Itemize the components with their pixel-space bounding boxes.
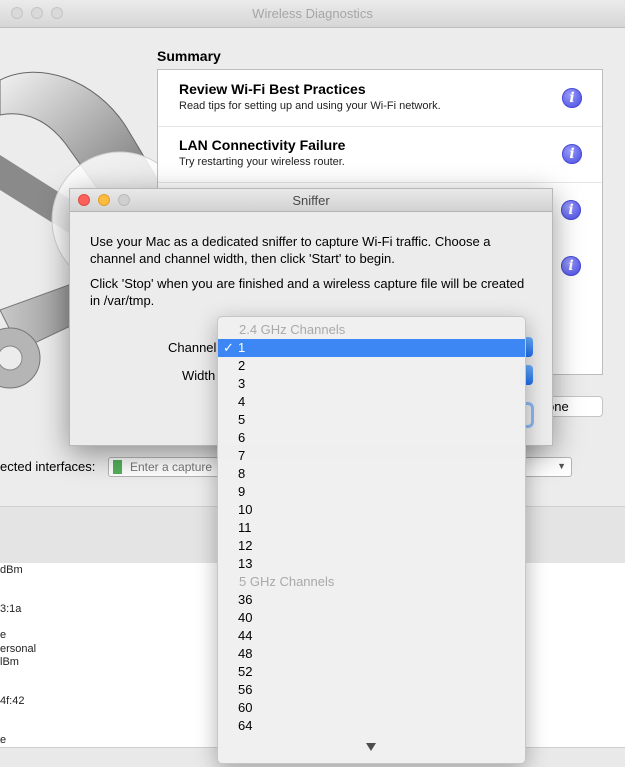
info-fragment: lBm xyxy=(0,656,19,668)
channel-menu-item-9[interactable]: 9 xyxy=(218,483,525,501)
summary-item-title: LAN Connectivity Failure xyxy=(179,137,346,153)
channel-menu-item-52[interactable]: 52 xyxy=(218,663,525,681)
menu-section-header-5ghz: 5 GHz Channels xyxy=(239,574,335,589)
channel-menu-item-label: 56 xyxy=(238,682,253,697)
channel-menu-item-label: 10 xyxy=(238,502,253,517)
channel-menu-item-label: 9 xyxy=(238,484,246,499)
sniffer-instructions: Use your Mac as a dedicated sniffer to c… xyxy=(90,234,491,266)
channel-menu-item-label: 52 xyxy=(238,664,253,679)
info-fragment: 4f:42 xyxy=(0,695,25,707)
channel-menu-item-label: 12 xyxy=(238,538,253,553)
info-fragment: dBm xyxy=(0,564,23,576)
channel-menu-item-label: 64 xyxy=(238,718,253,733)
channel-menu-item-6[interactable]: 6 xyxy=(218,429,525,447)
channel-menu-item-label: 7 xyxy=(238,448,246,463)
summary-item-description: Read tips for setting up and using your … xyxy=(179,100,441,112)
interfaces-label: ected interfaces: xyxy=(0,459,96,474)
channel-menu-item-12[interactable]: 12 xyxy=(218,537,525,555)
diagnostics-titlebar: Wireless Diagnostics xyxy=(0,0,625,28)
channel-menu-item-36[interactable]: 36 xyxy=(218,591,525,609)
summary-item-title: Review Wi-Fi Best Practices xyxy=(179,81,366,97)
channel-menu-item-60[interactable]: 60 xyxy=(218,699,525,717)
info-fragment: 3:1a xyxy=(0,603,22,615)
channel-menu-item-7[interactable]: 7 xyxy=(218,447,525,465)
channel-menu-item-48[interactable]: 48 xyxy=(218,645,525,663)
channel-menu-item-label: 11 xyxy=(238,520,252,535)
info-icon[interactable]: i xyxy=(562,88,582,108)
channel-menu-item-label: 40 xyxy=(238,610,253,625)
info-icon[interactable]: i xyxy=(562,144,582,164)
channel-menu-item-1[interactable]: ✓ 1 xyxy=(218,339,525,357)
channel-menu-item-4[interactable]: 4 xyxy=(218,393,525,411)
channel-menu-item-11[interactable]: 11 xyxy=(218,519,525,537)
channel-menu-item-label: 13 xyxy=(238,556,253,571)
bookmark-icon xyxy=(113,460,122,474)
summary-item-lan-failure[interactable]: LAN Connectivity Failure Try restarting … xyxy=(158,126,602,183)
summary-item-best-practices[interactable]: Review Wi-Fi Best Practices Read tips fo… xyxy=(158,70,602,127)
channel-menu-item-label: 1 xyxy=(238,340,246,355)
capture-input[interactable]: Enter a capture xyxy=(130,460,212,474)
menu-section-header-24ghz: 2.4 GHz Channels xyxy=(239,322,346,337)
channel-menu[interactable]: 2.4 GHz Channels ✓ 1 2 3 4 5 6 7 8 9 10 11 12 13 5 GH… xyxy=(217,316,526,764)
channel-menu-item-10[interactable]: 10 xyxy=(218,501,525,519)
window-title: Wireless Diagnostics xyxy=(252,6,373,21)
summary-heading: Summary xyxy=(157,48,221,64)
channel-menu-item-label: 60 xyxy=(238,700,253,715)
channel-menu-item-label: 48 xyxy=(238,646,253,661)
channel-menu-item-label: 36 xyxy=(238,592,253,607)
sniffer-titlebar: Sniffer xyxy=(70,189,552,212)
channel-menu-item-40[interactable]: 40 xyxy=(218,609,525,627)
channel-menu-item-label: 6 xyxy=(238,430,246,445)
channel-menu-item-label: 5 xyxy=(238,412,246,427)
scroll-down-arrow-icon[interactable] xyxy=(366,743,376,751)
info-fragment: e xyxy=(0,734,7,746)
channel-menu-item-label: 3 xyxy=(238,376,246,391)
channel-menu-item-3[interactable]: 3 xyxy=(218,375,525,393)
info-icon[interactable]: i xyxy=(561,256,581,276)
channel-menu-item-56[interactable]: 56 xyxy=(218,681,525,699)
channel-menu-item-label: 2 xyxy=(238,358,246,373)
checkmark-icon: ✓ xyxy=(223,340,234,355)
channel-menu-item-64[interactable]: 64 xyxy=(218,717,525,735)
channel-menu-item-5[interactable]: 5 xyxy=(218,411,525,429)
channel-menu-item-2[interactable]: 2 xyxy=(218,357,525,375)
channel-menu-item-44[interactable]: 44 xyxy=(218,627,525,645)
width-label: Width xyxy=(182,368,216,383)
channel-menu-item-13[interactable]: 13 xyxy=(218,555,525,573)
summary-item-description: Try restarting your wireless router. xyxy=(179,156,345,168)
sniffer-stop-instructions: Click 'Stop' when you are finished and a… xyxy=(90,276,525,308)
info-fragment: e xyxy=(0,629,7,641)
chevron-down-icon[interactable]: ▼ xyxy=(557,461,566,471)
channel-label: Channel xyxy=(168,340,217,355)
info-icon[interactable]: i xyxy=(561,200,581,220)
channel-menu-item-label: 44 xyxy=(238,628,253,643)
channel-menu-item-label: 8 xyxy=(238,466,246,481)
channel-menu-item-8[interactable]: 8 xyxy=(218,465,525,483)
sniffer-title: Sniffer xyxy=(292,193,330,208)
channel-menu-item-label: 4 xyxy=(238,394,246,409)
info-fragment: ersonal xyxy=(0,643,37,655)
